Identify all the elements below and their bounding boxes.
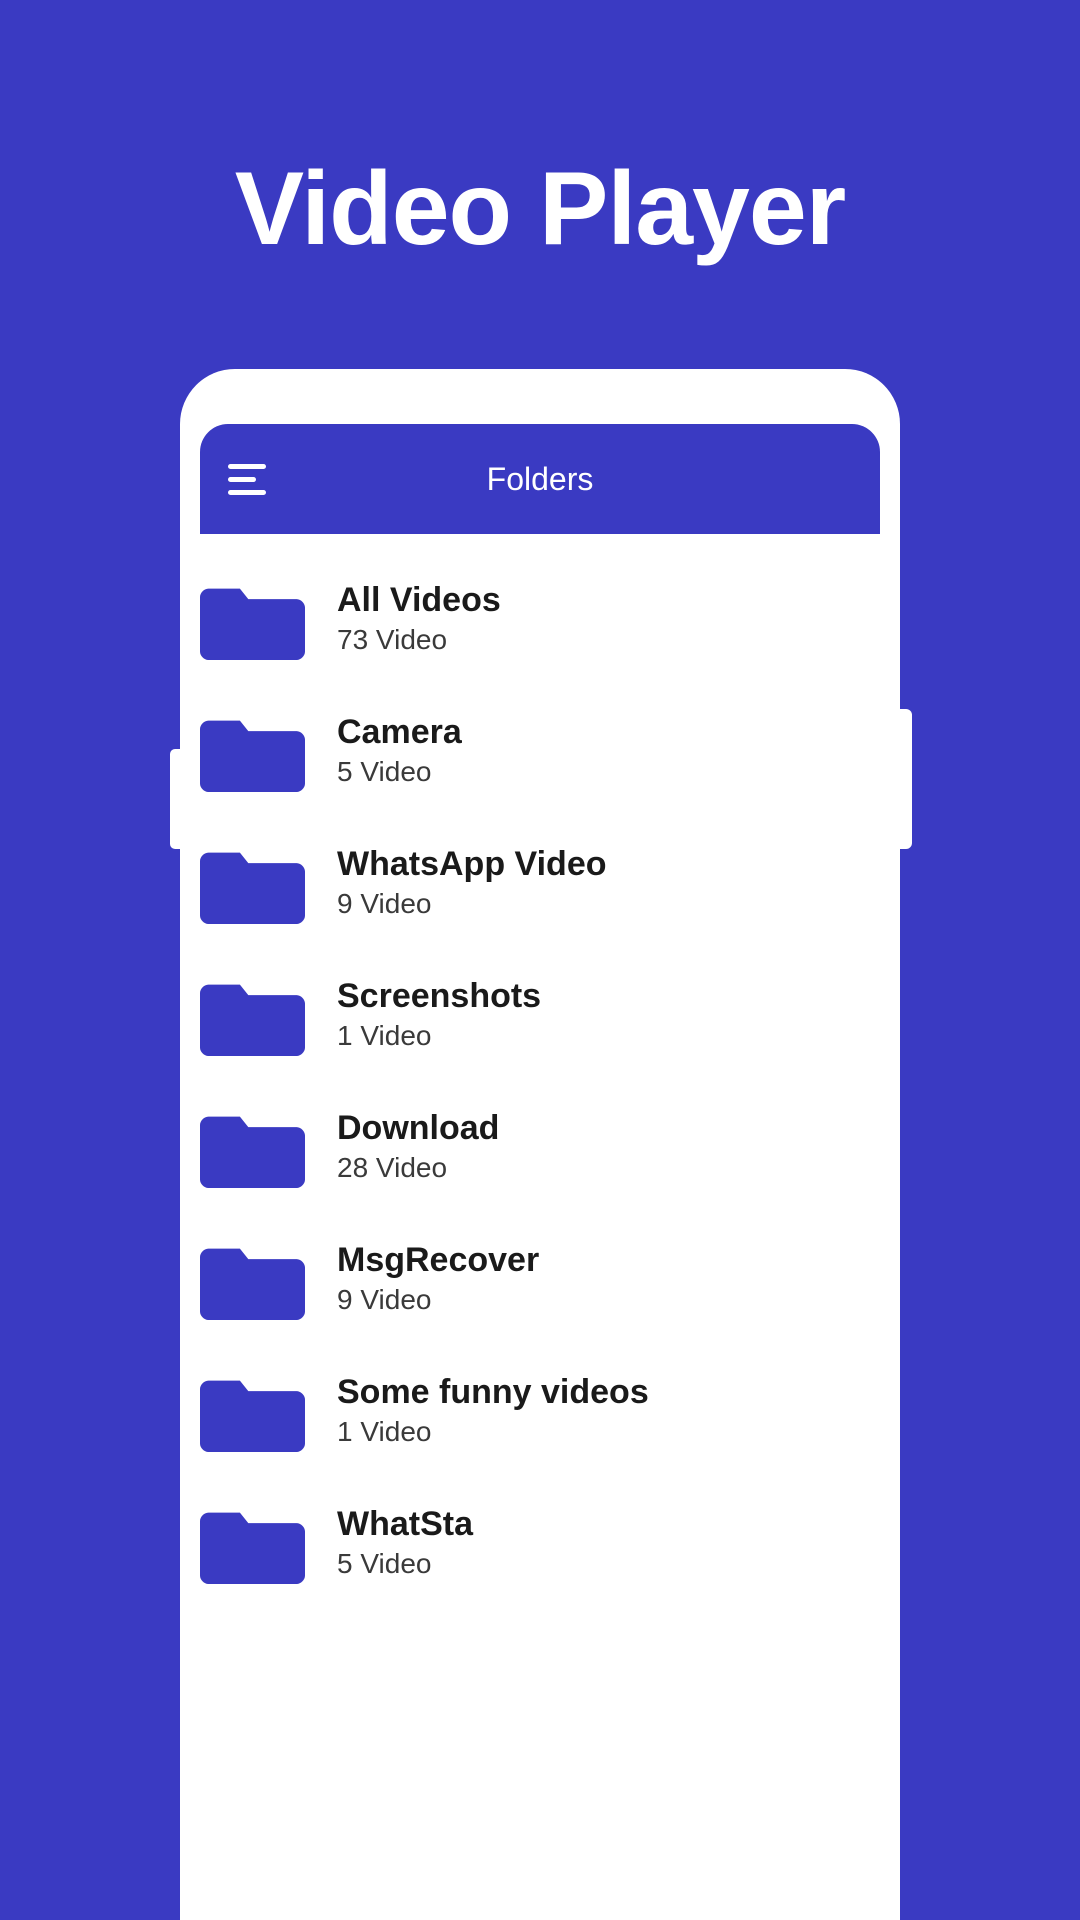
folder-info: MsgRecover 9 Video bbox=[337, 1241, 539, 1316]
folder-icon bbox=[200, 1368, 305, 1452]
phone-notch-right bbox=[900, 709, 912, 849]
app-header: Folders bbox=[200, 424, 880, 534]
folder-item[interactable]: MsgRecover 9 Video bbox=[200, 1212, 880, 1344]
folder-item[interactable]: WhatSta 5 Video bbox=[200, 1476, 880, 1608]
folder-item[interactable]: Some funny videos 1 Video bbox=[200, 1344, 880, 1476]
folder-name: All Videos bbox=[337, 581, 501, 620]
folder-count: 28 Video bbox=[337, 1152, 499, 1184]
folder-info: All Videos 73 Video bbox=[337, 581, 501, 656]
folder-item[interactable]: Camera 5 Video bbox=[200, 684, 880, 816]
phone-frame: Folders All Videos 73 Video Camera 5 Video… bbox=[180, 369, 900, 1920]
folder-name: WhatsApp Video bbox=[337, 845, 607, 884]
folder-name: MsgRecover bbox=[337, 1241, 539, 1280]
folder-name: Camera bbox=[337, 713, 462, 752]
folder-count: 9 Video bbox=[337, 888, 607, 920]
folder-icon bbox=[200, 708, 305, 792]
folder-icon bbox=[200, 1236, 305, 1320]
folder-count: 73 Video bbox=[337, 624, 501, 656]
folder-info: Camera 5 Video bbox=[337, 713, 462, 788]
folder-icon bbox=[200, 1500, 305, 1584]
folder-info: Download 28 Video bbox=[337, 1109, 499, 1184]
header-title: Folders bbox=[487, 461, 594, 498]
folder-name: Some funny videos bbox=[337, 1373, 649, 1412]
folder-name: Download bbox=[337, 1109, 499, 1148]
folder-icon bbox=[200, 1104, 305, 1188]
folder-count: 9 Video bbox=[337, 1284, 539, 1316]
folder-list: All Videos 73 Video Camera 5 Video WhatsAp… bbox=[180, 534, 900, 1608]
folder-info: Some funny videos 1 Video bbox=[337, 1373, 649, 1448]
folder-info: WhatSta 5 Video bbox=[337, 1505, 473, 1580]
folder-name: Screenshots bbox=[337, 977, 541, 1016]
folder-item[interactable]: Download 28 Video bbox=[200, 1080, 880, 1212]
folder-count: 1 Video bbox=[337, 1416, 649, 1448]
folder-count: 5 Video bbox=[337, 1548, 473, 1580]
folder-item[interactable]: WhatsApp Video 9 Video bbox=[200, 816, 880, 948]
folder-icon bbox=[200, 576, 305, 660]
folder-icon bbox=[200, 972, 305, 1056]
folder-item[interactable]: Screenshots 1 Video bbox=[200, 948, 880, 1080]
folder-info: WhatsApp Video 9 Video bbox=[337, 845, 607, 920]
folder-count: 5 Video bbox=[337, 756, 462, 788]
folder-count: 1 Video bbox=[337, 1020, 541, 1052]
page-title: Video Player bbox=[235, 150, 845, 269]
folder-icon bbox=[200, 840, 305, 924]
phone-notch-left bbox=[170, 749, 180, 849]
folder-name: WhatSta bbox=[337, 1505, 473, 1544]
folder-info: Screenshots 1 Video bbox=[337, 977, 541, 1052]
folder-item[interactable]: All Videos 73 Video bbox=[200, 552, 880, 684]
menu-icon[interactable] bbox=[228, 464, 266, 495]
